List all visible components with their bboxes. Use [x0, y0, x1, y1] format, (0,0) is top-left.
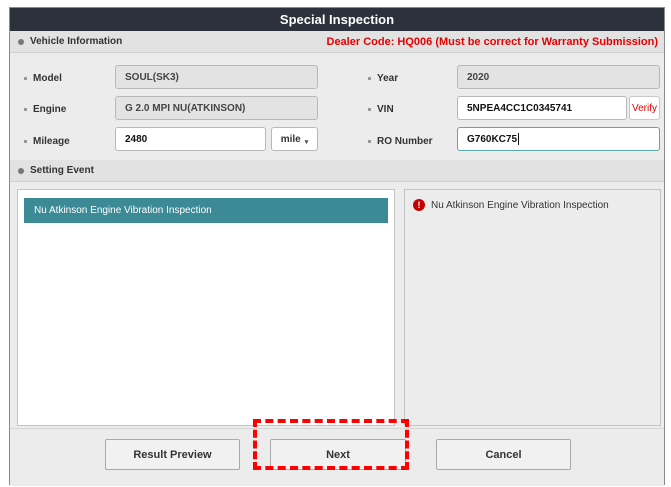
ro-number-input[interactable]: G760KC75: [457, 127, 660, 151]
event-detail-text: Nu Atkinson Engine Vibration Inspection: [431, 199, 609, 211]
section-bullet-icon: [18, 38, 24, 45]
bullet-icon: [24, 139, 27, 143]
dialog-footer: Result Preview Next Cancel: [10, 428, 664, 486]
year-field: 2020: [457, 65, 660, 89]
vin-input[interactable]: 5NPEA4CC1C0345741: [457, 96, 627, 120]
model-field: SOUL(SK3): [115, 65, 318, 89]
bullet-icon: [24, 76, 27, 80]
event-detail-panel: ! Nu Atkinson Engine Vibration Inspectio…: [404, 189, 661, 426]
bullet-icon: [368, 139, 371, 143]
bullet-icon: [368, 107, 371, 111]
bullet-icon: [368, 76, 371, 80]
cancel-button[interactable]: Cancel: [436, 439, 571, 470]
setting-event-header: Setting Event: [10, 160, 664, 182]
engine-label: Engine: [24, 102, 66, 116]
next-button[interactable]: Next: [270, 439, 406, 470]
mileage-input[interactable]: 2480: [115, 127, 266, 151]
mileage-unit-select[interactable]: mile ▾: [271, 127, 318, 151]
setting-event-heading: Setting Event: [30, 165, 94, 176]
model-label: Model: [24, 71, 62, 85]
verify-vin-button[interactable]: Verify: [629, 96, 660, 120]
dialog-title: Special Inspection: [279, 12, 395, 27]
year-label: Year: [368, 71, 398, 85]
vehicle-info-heading: Vehicle Information: [30, 36, 123, 47]
dealer-code-notice: Dealer Code: HQ006 (Must be correct for …: [326, 35, 659, 48]
vin-label: VIN: [368, 102, 394, 116]
text-cursor: [518, 133, 520, 145]
mileage-label: Mileage: [24, 134, 70, 148]
ro-number-label: RO Number: [368, 134, 433, 148]
special-inspection-dialog: Special Inspection Vehicle Information D…: [9, 7, 665, 486]
engine-field: G 2.0 MPI NU(ATKINSON): [115, 96, 318, 120]
event-list: Nu Atkinson Engine Vibration Inspection: [17, 189, 395, 426]
list-item[interactable]: Nu Atkinson Engine Vibration Inspection: [24, 198, 388, 223]
bullet-icon: [24, 107, 27, 111]
dialog-title-bar: Special Inspection: [10, 8, 664, 31]
result-preview-button[interactable]: Result Preview: [105, 439, 240, 470]
vehicle-info-header: Vehicle Information Dealer Code: HQ006 (…: [10, 31, 664, 53]
section-bullet-icon: [18, 167, 24, 174]
alert-icon: !: [413, 199, 425, 211]
dropdown-arrow-icon: ▾: [304, 139, 309, 146]
event-detail: ! Nu Atkinson Engine Vibration Inspectio…: [413, 199, 609, 211]
